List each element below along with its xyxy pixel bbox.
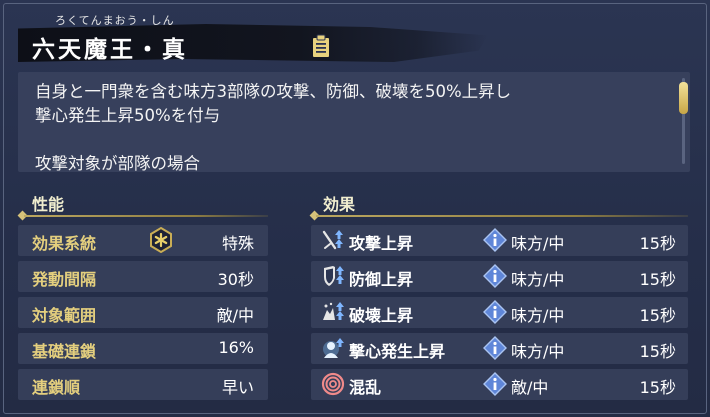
effect-duration: 15秒 xyxy=(639,270,676,289)
effects-panel: 攻撃上昇 味方/中 15秒 防御上昇 味方/中 15秒 破壊上昇 味方/中 15… xyxy=(311,225,688,400)
defense-up-icon xyxy=(324,266,344,286)
info-icon[interactable] xyxy=(483,336,507,360)
effect-duration: 15秒 xyxy=(639,342,676,361)
stat-label: 対象範囲 xyxy=(32,306,97,325)
stat-row: 連鎖順 早い xyxy=(18,369,268,400)
effect-row: 攻撃上昇 味方/中 15秒 xyxy=(311,225,688,256)
effect-target: 敵/中 xyxy=(511,378,549,397)
effect-duration: 15秒 xyxy=(639,378,676,397)
stat-row: 発動間隔 30秒 xyxy=(18,261,268,292)
effect-duration: 15秒 xyxy=(639,306,676,325)
effect-name: 撃心発生上昇 xyxy=(349,342,446,361)
notes-icon[interactable] xyxy=(311,34,331,58)
skill-title: 六天魔王・真 xyxy=(32,37,188,63)
stat-label: 基礎連鎖 xyxy=(32,342,97,361)
destruction-up-icon xyxy=(323,302,344,320)
effect-name: 破壊上昇 xyxy=(349,306,414,325)
stat-value: 30秒 xyxy=(217,270,254,289)
effect-target: 味方/中 xyxy=(511,342,565,361)
description-text: 自身と一門衆を含む味方3部隊の攻撃、防御、破壊を50%上昇し 撃心発生上昇50%… xyxy=(35,82,512,172)
effect-duration: 15秒 xyxy=(639,234,676,253)
stat-row: 対象範囲 敵/中 xyxy=(18,297,268,328)
stat-value: 特殊 xyxy=(221,234,254,253)
effects-section-line xyxy=(316,215,688,217)
attack-up-icon xyxy=(322,230,343,250)
effect-target: 味方/中 xyxy=(511,306,565,325)
stats-section-line xyxy=(24,215,268,217)
effect-name: 防御上昇 xyxy=(349,270,414,289)
stat-value: 16% xyxy=(218,338,254,357)
info-icon[interactable] xyxy=(483,228,507,252)
skill-reading: ろくてんまおう・しん xyxy=(55,14,175,27)
critical-up-icon xyxy=(323,338,344,358)
description-scrollbar-thumb[interactable] xyxy=(679,82,688,114)
effect-name: 攻撃上昇 xyxy=(349,234,414,253)
effect-target: 味方/中 xyxy=(511,234,565,253)
stat-row: 基礎連鎖 16% xyxy=(18,333,268,364)
stat-label: 連鎖順 xyxy=(32,378,81,397)
effect-row: 混乱 敵/中 15秒 xyxy=(311,369,688,400)
stat-label: 効果系統 xyxy=(32,234,97,253)
special-type-icon xyxy=(150,227,172,253)
info-icon[interactable] xyxy=(483,300,507,324)
effect-target: 味方/中 xyxy=(511,270,565,289)
confusion-icon xyxy=(321,372,345,396)
stat-value: 敵/中 xyxy=(216,306,254,325)
effects-section-label: 効果 xyxy=(323,195,356,214)
skill-header: ろくてんまおう・しん 六天魔王・真 xyxy=(18,6,498,64)
effect-row: 破壊上昇 味方/中 15秒 xyxy=(311,297,688,328)
effect-row: 撃心発生上昇 味方/中 15秒 xyxy=(311,333,688,364)
info-icon[interactable] xyxy=(483,372,507,396)
stat-row: 効果系統 特殊 xyxy=(18,225,268,256)
effect-row: 防御上昇 味方/中 15秒 xyxy=(311,261,688,292)
effect-name: 混乱 xyxy=(349,378,382,397)
stat-value: 早い xyxy=(221,378,254,397)
stat-label: 発動間隔 xyxy=(32,270,97,289)
stats-panel: 効果系統 特殊 発動間隔 30秒 対象範囲 敵/中 基礎連鎖 16% 連鎖順 早… xyxy=(18,225,268,400)
info-icon[interactable] xyxy=(483,264,507,288)
description-panel[interactable]: 自身と一門衆を含む味方3部隊の攻撃、防御、破壊を50%上昇し 撃心発生上昇50%… xyxy=(18,72,690,172)
stats-section-label: 性能 xyxy=(32,195,65,214)
